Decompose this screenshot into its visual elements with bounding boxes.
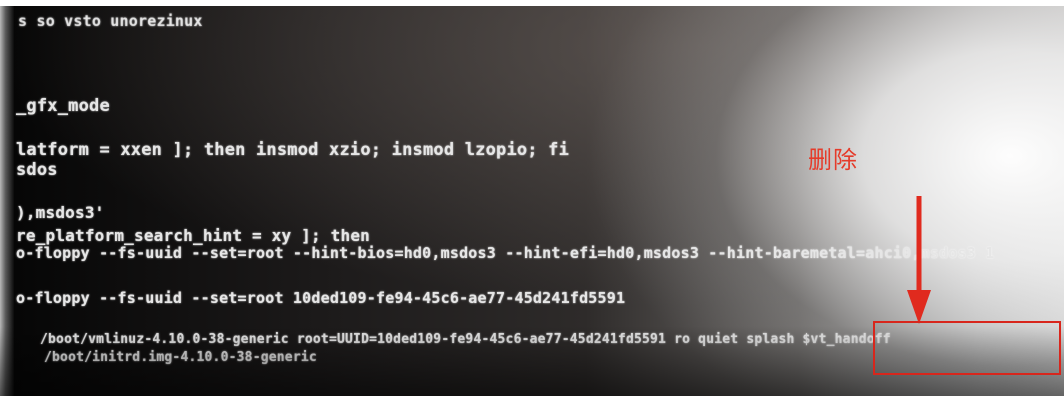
splash-highlight-box — [873, 321, 1061, 375]
delete-annotation-label: 删除 — [808, 146, 858, 174]
terminal-line: /boot/vmlinuz-4.10.0-38-generic root=UUI… — [40, 332, 891, 347]
terminal-line: re_platform_search_hint = xy ]; then — [16, 226, 370, 245]
terminal-line: _gfx_mode — [16, 96, 110, 116]
terminal-line: o-floppy --fs-uuid --set=root 10ded109-f… — [16, 289, 626, 307]
terminal-line: s so vsto unorezinux — [18, 12, 203, 30]
terminal-line: o-floppy --fs-uuid --set=root --hint-bio… — [16, 244, 995, 262]
terminal-line: ),msdos3' — [16, 203, 105, 222]
terminal-line: sdos — [16, 160, 58, 180]
terminal-line: latform = xxen ]; then insmod xzio; insm… — [16, 140, 570, 160]
down-arrow-icon — [907, 196, 931, 324]
screen-bezel — [0, 6, 14, 396]
terminal-line: /boot/initrd.img-4.10.0-38-generic — [44, 350, 317, 365]
